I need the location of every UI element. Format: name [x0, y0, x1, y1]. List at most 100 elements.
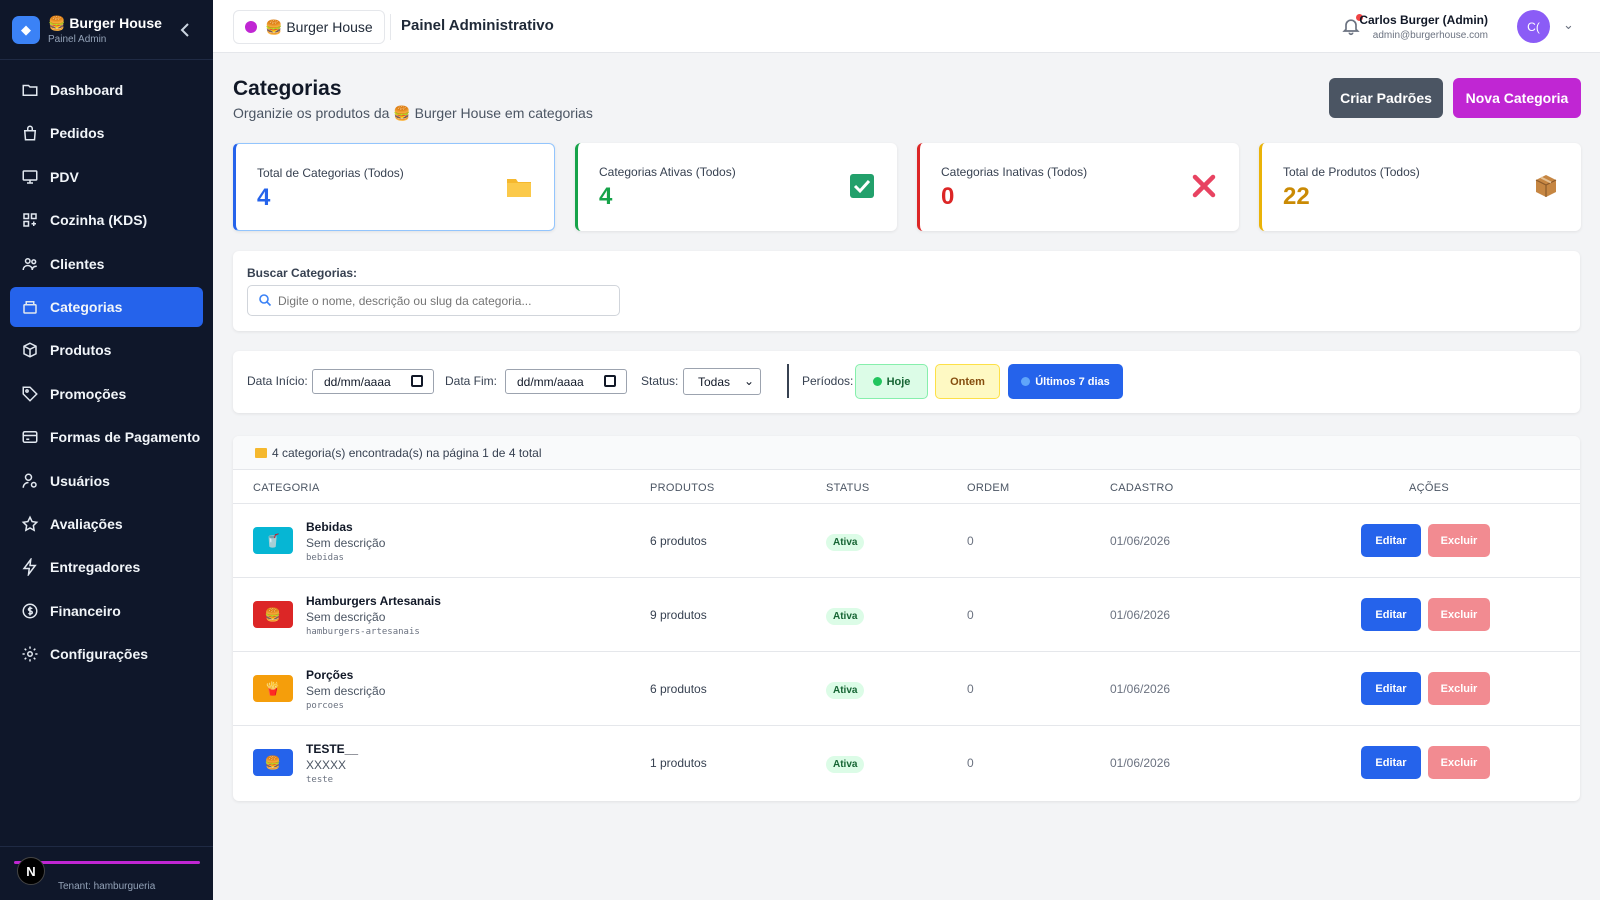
edit-button[interactable]: Editar	[1361, 524, 1421, 557]
created-date: 01/06/2026	[1110, 608, 1171, 622]
star-icon	[21, 515, 39, 533]
sidebar-item-clientes[interactable]: Clientes	[10, 244, 203, 284]
sidebar-item-label: Usuários	[50, 472, 110, 489]
category-slug: porcoes	[306, 701, 344, 711]
sidebar-item-label: Clientes	[50, 255, 105, 272]
sidebar-item-avaliacoes[interactable]: Avaliações	[10, 504, 203, 544]
table-row: 🍔 TESTE__ XXXXX teste 1 produtos Ativa 0…	[233, 726, 1580, 800]
period-7days-label: Últimos 7 dias	[1035, 375, 1110, 388]
sidebar: ◆ 🍔 Burger House Painel Admin Dashboard …	[0, 0, 213, 900]
products-count: 6 produtos	[650, 682, 707, 696]
end-date-value: dd/mm/aaaa	[517, 374, 584, 389]
table-header: CATEGORIA PRODUTOS STATUS ORDEM CADASTRO…	[233, 470, 1580, 504]
sidebar-item-produtos[interactable]: Produtos	[10, 330, 203, 370]
new-category-button[interactable]: Nova Categoria	[1453, 78, 1581, 118]
status-badge: Ativa	[826, 682, 865, 699]
category-description: Sem descrição	[306, 610, 386, 624]
topbar: 🍔 Burger House Painel Administrativo Car…	[213, 0, 1600, 53]
footer-avatar[interactable]: N	[17, 857, 45, 885]
dollar-circle-icon	[21, 602, 39, 620]
calendar-icon	[604, 375, 616, 387]
tag-icon	[21, 385, 39, 403]
sidebar-nav: Dashboard Pedidos PDV Cozinha (KDS) Clie…	[0, 60, 213, 674]
layers-icon	[21, 298, 39, 316]
category-name: TESTE__	[306, 742, 359, 756]
order-value: 0	[967, 756, 974, 770]
status-select[interactable]: Todas ⌄	[683, 368, 761, 395]
grid-icon	[21, 211, 39, 229]
stat-card-active: Categorias Ativas (Todos) 4	[575, 143, 897, 231]
end-date-label: Data Fim:	[445, 374, 498, 388]
start-date-label: Data Início:	[247, 374, 308, 388]
brand-title: 🍔 Burger House	[48, 14, 162, 31]
sidebar-item-label: Dashboard	[50, 82, 124, 98]
status-label: Status:	[641, 374, 679, 388]
sidebar-item-dashboard[interactable]: Dashboard	[10, 70, 203, 110]
result-text: 4 categoria(s) encontrada(s) na página 1…	[272, 445, 542, 460]
user-name: Carlos Burger (Admin)	[1359, 13, 1488, 27]
start-date-input[interactable]: dd/mm/aaaa	[312, 369, 434, 394]
notifications-button[interactable]	[1341, 14, 1363, 38]
stat-label: Categorias Inativas (Todos)	[941, 165, 1088, 179]
column-header-actions: AÇÕES	[1409, 482, 1450, 494]
delete-button[interactable]: Excluir	[1428, 672, 1490, 705]
column-header-created: CADASTRO	[1110, 482, 1174, 494]
created-date: 01/06/2026	[1110, 682, 1171, 696]
sidebar-item-promocoes[interactable]: Promoções	[10, 374, 203, 414]
end-date-input[interactable]: dd/mm/aaaa	[505, 369, 627, 394]
stat-value: 4	[257, 184, 271, 211]
search-input[interactable]	[247, 285, 620, 316]
create-defaults-button[interactable]: Criar Padrões	[1329, 78, 1443, 118]
created-date: 01/06/2026	[1110, 756, 1171, 770]
sidebar-item-pagamento[interactable]: Formas de Pagamento	[10, 417, 203, 457]
sidebar-item-usuarios[interactable]: Usuários	[10, 461, 203, 501]
chevron-down-icon: ⌄	[743, 374, 754, 388]
edit-button[interactable]: Editar	[1361, 672, 1421, 705]
categories-table: 4 categoria(s) encontrada(s) na página 1…	[233, 436, 1580, 801]
sidebar-item-label: Entregadores	[50, 559, 141, 576]
sidebar-item-pedidos[interactable]: Pedidos	[10, 113, 203, 153]
sidebar-footer: N Tenant: hamburgueria	[0, 846, 213, 900]
delete-button[interactable]: Excluir	[1428, 746, 1490, 779]
sidebar-item-label: Promoções	[50, 385, 127, 402]
period-7days-button[interactable]: Últimos 7 dias	[1008, 364, 1123, 399]
chevron-down-icon[interactable]: ⌄	[1563, 17, 1574, 33]
brand-logo-icon: ◆	[12, 15, 40, 44]
delete-button[interactable]: Excluir	[1428, 598, 1490, 631]
users-icon	[21, 255, 39, 273]
sidebar-item-entregadores[interactable]: Entregadores	[10, 547, 203, 587]
edit-button[interactable]: Editar	[1361, 746, 1421, 779]
gear-icon	[21, 645, 39, 663]
start-date-value: dd/mm/aaaa	[324, 374, 391, 389]
folder-icon	[507, 179, 531, 197]
folder-icon	[21, 81, 39, 99]
sidebar-item-financeiro[interactable]: Financeiro	[10, 591, 203, 631]
store-name: 🍔 Burger House	[265, 18, 373, 35]
period-today-button[interactable]: Hoje	[855, 364, 928, 399]
store-selector[interactable]: 🍔 Burger House	[233, 10, 385, 44]
sidebar-item-configuracoes[interactable]: Configurações	[10, 634, 203, 674]
sidebar-item-pdv[interactable]: PDV	[10, 157, 203, 197]
stat-card-products: Total de Produtos (Todos) 22	[1259, 143, 1581, 231]
products-count: 6 produtos	[650, 534, 707, 548]
edit-button[interactable]: Editar	[1361, 598, 1421, 631]
package-icon	[1535, 175, 1557, 197]
stat-label: Total de Produtos (Todos)	[1283, 165, 1420, 179]
collapse-sidebar-button[interactable]	[177, 20, 193, 40]
divider	[390, 14, 391, 40]
blue-circle-icon	[1021, 377, 1031, 386]
sidebar-item-cozinha[interactable]: Cozinha (KDS)	[10, 200, 203, 240]
sidebar-item-categorias[interactable]: Categorias	[10, 286, 203, 327]
sidebar-item-label: Financeiro	[50, 602, 121, 619]
period-yesterday-button[interactable]: Ontem	[935, 364, 1000, 399]
sidebar-item-label: Produtos	[50, 342, 112, 359]
user-avatar[interactable]: C(	[1517, 10, 1550, 43]
delete-button[interactable]: Excluir	[1428, 524, 1490, 557]
category-name: Bebidas	[306, 520, 353, 534]
store-color-dot	[245, 21, 257, 33]
stat-label: Categorias Ativas (Todos)	[599, 165, 736, 179]
table-row: 🍟 Porções Sem descrição porcoes 6 produt…	[233, 652, 1580, 726]
search-label: Buscar Categorias:	[247, 266, 358, 280]
stat-value: 22	[1283, 183, 1310, 210]
category-slug: hamburgers-artesanais	[306, 627, 420, 637]
